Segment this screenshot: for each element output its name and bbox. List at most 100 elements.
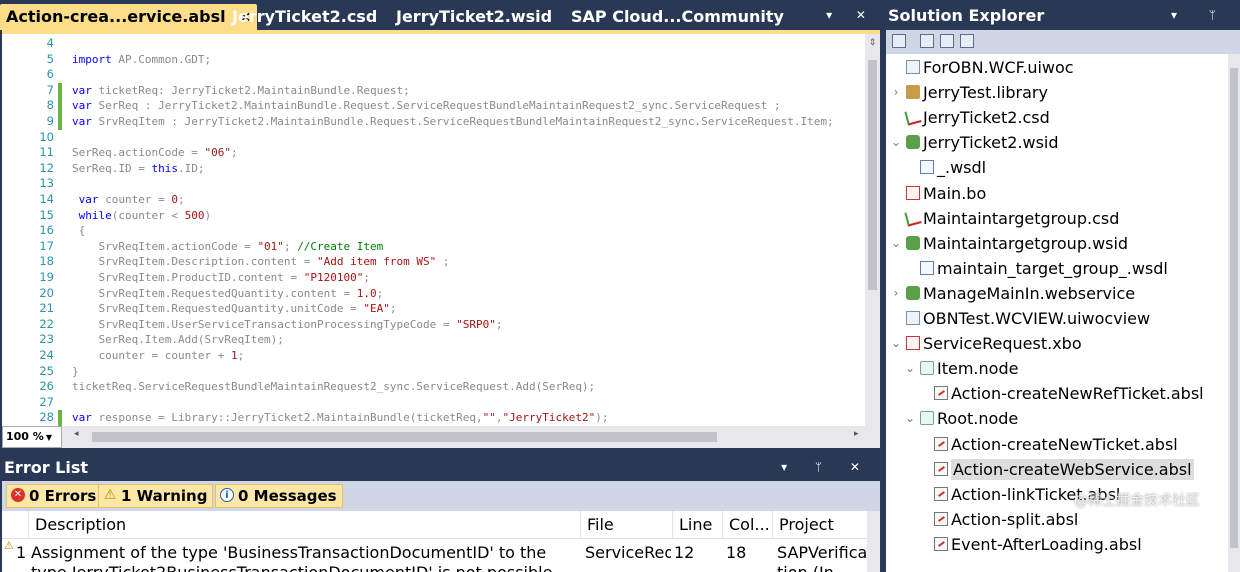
code-line[interactable]: 4 [2,36,862,52]
code-line[interactable]: 17 SrvReqItem.actionCode = "01"; //Creat… [2,239,862,255]
tree-item-label: maintain_target_group_.wsdl [937,258,1168,278]
window-controls[interactable]: ▾ ᛘ [1171,8,1230,22]
tree-item[interactable]: ⌄ Maintaintargetgroup.wsid [891,231,1128,256]
refresh-icon[interactable] [920,34,934,48]
code-line[interactable]: 13 [2,176,862,192]
code-text: var counter = 0; [78,193,185,206]
code-line[interactable]: 20 SrvReqItem.RequestedQuantity.content … [2,286,862,302]
code-line[interactable]: 7 var ticketReq: JerryTicket2.MaintainBun… [2,82,862,99]
code-line[interactable]: 9 var SrvReqItem : JerryTicket2.MaintainB… [2,114,862,130]
vertical-scrollbar[interactable]: ⇕ [865,34,880,430]
chevron-right-icon[interactable]: › [890,281,902,306]
tree-item[interactable]: Maintaintargetgroup.csd [904,206,1119,231]
tree-item[interactable]: Action-createNewTicket.absl [934,432,1178,457]
tree-item[interactable]: Action-split.absl [934,507,1078,532]
warnings-filter-button[interactable]: ⚠ 1 Warning [98,484,214,508]
tree-item[interactable]: _.wsdl [920,155,986,180]
column-header-icon[interactable] [2,511,28,539]
line-number: 16 [39,223,54,238]
code-line[interactable]: 28 var response = Library::JerryTicket2.M… [2,410,862,426]
horizontal-scrollbar-thumb[interactable] [92,432,717,442]
column-header-project[interactable]: Project [772,511,867,539]
search-icon[interactable] [960,34,974,48]
chevron-down-icon[interactable]: ⌄ [890,231,902,256]
column-header-column[interactable]: Col... [722,511,772,539]
code-line[interactable]: 5 import AP.Common.GDT; [2,52,862,68]
code-line[interactable]: 24 counter = counter + 1; [2,348,862,364]
properties-icon[interactable] [892,34,906,48]
tree-item[interactable]: JerryTicket2.csd [904,105,1050,130]
error-icon: ✕ [11,488,25,502]
chevron-down-icon[interactable]: ⌄ [890,331,902,356]
code-text: import AP.Common.GDT; [72,52,212,66]
code-line[interactable]: 22 SrvReqItem.UserServiceTransactionProc… [2,317,862,333]
column-header-description[interactable]: Description [28,511,580,539]
business-object-icon [906,185,920,200]
code-panel[interactable]: 4 5 import AP.Common.GDT; 6 7 var ticketReq: … [2,30,880,448]
tab-jerryticket2-csd[interactable]: JerryTicket2.csd [226,4,383,30]
tree-item[interactable]: Event-AfterLoading.absl [934,532,1142,557]
chevron-right-icon[interactable]: › [890,80,902,105]
split-handle-icon[interactable]: ⇕ [865,36,880,50]
code-line[interactable]: 6 [2,67,862,83]
code-line[interactable]: 25} [2,364,862,380]
scrollbar-thumb[interactable] [1230,68,1238,548]
tab-dropdown-icon[interactable]: ▾ ✕ [826,8,876,22]
tab-sap-cloud-community[interactable]: SAP Cloud...Community [565,4,790,30]
line-number: 21 [39,301,54,316]
solution-explorer-scrollbar[interactable] [1228,54,1240,572]
error-list-scrollbar[interactable] [867,511,880,572]
line-number: 7 [46,82,54,97]
tree-item[interactable]: Action-createWebService.absl [934,457,1194,482]
code-line[interactable]: 14 var counter = 0; [2,192,862,208]
tree-item[interactable]: › JerryTest.library [894,80,1048,105]
scroll-right-icon[interactable]: ▸ [854,429,859,439]
tree-item[interactable]: ⌄ Root.node [905,406,1018,431]
code-text-area[interactable]: 4 5 import AP.Common.GDT; 6 7 var ticketReq: … [2,34,865,430]
code-line[interactable]: 21 SrvReqItem.RequestedQuantity.unitCode… [2,301,862,317]
csd-icon [904,108,922,126]
column-header-line[interactable]: Line [672,511,722,539]
error-list-header: Description File Line Col... Project [2,511,867,539]
tree-item[interactable]: Main.bo [906,181,986,206]
errors-filter-button[interactable]: ✕ 0 Errors [6,484,103,508]
tree-item[interactable]: maintain_target_group_.wsdl [920,256,1168,281]
chevron-down-icon[interactable]: ⌄ [904,406,916,431]
info-icon: i [220,488,234,502]
window-controls[interactable]: ▾ ᛘ ✕ [781,460,872,474]
scroll-left-icon[interactable]: ◂ [74,429,79,439]
code-line[interactable]: 11 SerReq.actionCode = "06"; [2,145,862,161]
code-line[interactable]: 18 SrvReqItem.Description.content = "Add… [2,254,862,270]
tree-item[interactable]: › ManageMainIn.webservice [894,281,1136,306]
tree-item[interactable]: ⌄ JerryTicket2.wsid [891,130,1059,155]
tree-item[interactable]: ⌄ Item.node [905,356,1018,381]
code-line[interactable]: 26 ticketReq.ServiceRequestBundleMaintain… [2,379,862,395]
code-line[interactable]: 8 var SerReq : JerryTicket2.MaintainBundl… [2,98,862,114]
tree-item[interactable]: ⌄ ServiceRequest.xbo [891,331,1082,356]
tab-action-create-webservice[interactable]: Action-crea...ervice.absl ✕ [0,4,258,30]
change-marker [58,223,62,239]
messages-filter-button[interactable]: i 0 Messages [215,484,343,508]
column-header-file[interactable]: File [580,511,672,539]
tree-item[interactable]: ForOBN.WCF.uiwoc [906,55,1074,80]
code-text: } [72,364,79,378]
code-line[interactable]: 15 while(counter < 500) [2,208,862,224]
tab-jerryticket2-wsid[interactable]: JerryTicket2.wsid [390,4,558,30]
code-line[interactable]: 19 SrvReqItem.ProductID.content = "P1201… [2,270,862,286]
chevron-down-icon[interactable]: ⌄ [890,130,902,155]
solution-explorer-toolbar [886,30,1240,54]
zoom-dropdown[interactable]: 100 % ▼ [2,426,62,448]
view-code-icon[interactable] [940,34,954,48]
error-list-row[interactable]: ⚠ 1 Assignment of the type 'BusinessTran… [2,539,867,572]
scrollbar-thumb[interactable] [868,60,877,290]
tree-item[interactable]: Action-createNewRefTicket.absl [934,381,1204,406]
code-line[interactable]: 23 SerReq.Item.Add(SrvReqItem); [2,332,862,348]
solution-explorer-title: Solution Explorer [888,6,1045,25]
row-column: 18 [726,543,747,562]
code-line[interactable]: 10 [2,130,862,146]
code-line[interactable]: 16 { [2,223,862,239]
tree-item[interactable]: OBNTest.WCVIEW.uiwocview [906,306,1150,331]
code-line[interactable]: 12 SerReq.ID = this.ID; [2,161,862,177]
code-line[interactable]: 27 [2,395,862,411]
chevron-down-icon[interactable]: ⌄ [904,356,916,381]
